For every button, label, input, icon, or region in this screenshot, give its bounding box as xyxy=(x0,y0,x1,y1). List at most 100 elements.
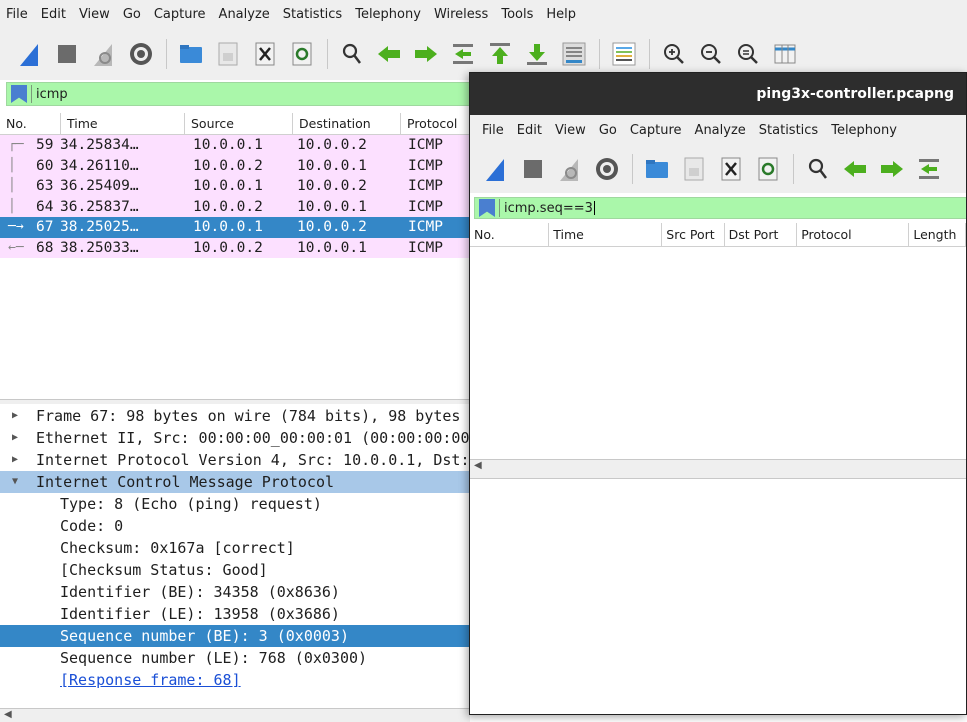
column-header-time[interactable]: Time xyxy=(549,223,663,246)
packet-row[interactable]: ┌─ 59 34.25834… 10.0.0.1 10.0.0.2 ICMP xyxy=(0,135,470,156)
menu-view[interactable]: View xyxy=(79,7,110,22)
tree-item-field[interactable]: [Checksum Status: Good] xyxy=(0,559,470,581)
save-file-icon[interactable] xyxy=(678,153,710,185)
shark-fin-start-icon[interactable] xyxy=(14,38,46,70)
details-horizontal-scrollbar[interactable]: ◀ xyxy=(0,708,470,722)
go-forward-arrow-icon[interactable] xyxy=(410,38,442,70)
tree-item-field-selected[interactable]: Sequence number (BE): 3 (0x0003) xyxy=(0,625,470,647)
packet-row[interactable]: │ 63 36.25409… 10.0.0.1 10.0.0.2 ICMP xyxy=(0,176,470,197)
bookmark-icon[interactable] xyxy=(479,199,495,217)
zoom-out-icon[interactable] xyxy=(695,38,727,70)
bookmark-icon[interactable] xyxy=(11,85,27,103)
window-titlebar[interactable]: ping3x-controller.pcapng xyxy=(470,73,966,115)
column-header-no[interactable]: No. xyxy=(470,223,550,246)
tree-item-icmp[interactable]: ▼ Internet Control Message Protocol xyxy=(0,471,470,493)
open-folder-icon[interactable] xyxy=(641,153,673,185)
tree-item-frame[interactable]: ▶ Frame 67: 98 bytes on wire (784 bits),… xyxy=(0,405,470,427)
tree-item-response-link[interactable]: [Response frame: 68] xyxy=(0,669,470,691)
column-header-length[interactable]: Length xyxy=(909,223,966,246)
tree-item-field[interactable]: Code: 0 xyxy=(0,515,470,537)
restart-fin-icon[interactable] xyxy=(554,153,586,185)
menu-go[interactable]: Go xyxy=(123,7,141,22)
packet-list-empty[interactable] xyxy=(470,247,966,459)
collapse-triangle-icon[interactable]: ▼ xyxy=(12,471,18,493)
tree-item-field[interactable]: Identifier (LE): 13958 (0x3686) xyxy=(0,603,470,625)
display-filter-bar[interactable]: icmp.seq==3 xyxy=(474,197,966,219)
display-filter-input[interactable]: icmp.seq==3 xyxy=(504,201,595,216)
tree-item-field[interactable]: Type: 8 (Echo (ping) request) xyxy=(0,493,470,515)
capture-options-gear-icon[interactable] xyxy=(125,38,157,70)
tree-item-label[interactable]: [Response frame: 68] xyxy=(60,669,241,691)
column-header-src-port[interactable]: Src Port xyxy=(662,223,725,246)
packet-row-selected[interactable]: ─→ 67 38.25025… 10.0.0.1 10.0.0.2 ICMP xyxy=(0,217,470,238)
resize-columns-icon[interactable] xyxy=(769,38,801,70)
tree-item-ethernet[interactable]: ▶ Ethernet II, Src: 00:00:00_00:00:01 (0… xyxy=(0,427,470,449)
menu-capture[interactable]: Capture xyxy=(630,123,682,138)
menu-telephony[interactable]: Telephony xyxy=(831,123,897,138)
close-file-icon[interactable] xyxy=(249,38,281,70)
expand-triangle-icon[interactable]: ▶ xyxy=(12,405,18,427)
menu-tools[interactable]: Tools xyxy=(501,7,533,22)
colorize-icon[interactable] xyxy=(608,38,640,70)
close-file-icon[interactable] xyxy=(715,153,747,185)
display-filter-input[interactable]: icmp xyxy=(36,87,68,102)
zoom-in-icon[interactable] xyxy=(658,38,690,70)
pane-splitter[interactable] xyxy=(0,399,470,404)
display-filter-bar[interactable]: icmp xyxy=(6,82,476,106)
stop-square-icon[interactable] xyxy=(51,38,83,70)
menu-capture[interactable]: Capture xyxy=(154,7,206,22)
menu-analyze[interactable]: Analyze xyxy=(219,7,270,22)
go-forward-arrow-icon[interactable] xyxy=(876,153,908,185)
find-packet-icon[interactable] xyxy=(336,38,368,70)
menu-go[interactable]: Go xyxy=(599,123,617,138)
scroll-left-arrow-icon[interactable]: ◀ xyxy=(474,460,482,471)
packet-row[interactable]: ←─ 68 38.25033… 10.0.0.2 10.0.0.1 ICMP xyxy=(0,237,470,258)
go-back-arrow-icon[interactable] xyxy=(839,153,871,185)
go-to-last-icon[interactable] xyxy=(521,38,553,70)
save-file-icon[interactable] xyxy=(212,38,244,70)
column-header-no[interactable]: No. xyxy=(0,113,61,134)
menu-help[interactable]: Help xyxy=(546,7,576,22)
tree-item-ipv4[interactable]: ▶ Internet Protocol Version 4, Src: 10.0… xyxy=(0,449,470,471)
packet-row[interactable]: │ 64 36.25837… 10.0.0.2 10.0.0.1 ICMP xyxy=(0,196,470,217)
menu-telephony[interactable]: Telephony xyxy=(355,7,421,22)
menu-edit[interactable]: Edit xyxy=(41,7,66,22)
tree-item-field[interactable]: Sequence number (LE): 768 (0x0300) xyxy=(0,647,470,669)
packet-row[interactable]: │ 60 34.26110… 10.0.0.2 10.0.0.1 ICMP xyxy=(0,155,470,176)
menu-file[interactable]: File xyxy=(482,123,504,138)
shark-fin-start-icon[interactable] xyxy=(480,153,512,185)
column-header-protocol[interactable]: Protocol xyxy=(401,113,470,134)
menu-statistics[interactable]: Statistics xyxy=(283,7,342,22)
menu-file[interactable]: File xyxy=(6,7,28,22)
expand-triangle-icon[interactable]: ▶ xyxy=(12,449,18,471)
packet-list-horizontal-scrollbar[interactable]: ◀ xyxy=(470,459,966,473)
reload-file-icon[interactable] xyxy=(286,38,318,70)
normal-size-icon[interactable] xyxy=(732,38,764,70)
menu-analyze[interactable]: Analyze xyxy=(695,123,746,138)
menu-view[interactable]: View xyxy=(555,123,586,138)
go-to-packet-icon[interactable] xyxy=(913,153,945,185)
open-folder-icon[interactable] xyxy=(175,38,207,70)
tree-item-field[interactable]: Checksum: 0x167a [correct] xyxy=(0,537,470,559)
go-back-arrow-icon[interactable] xyxy=(373,38,405,70)
find-packet-icon[interactable] xyxy=(802,153,834,185)
packet-protocol: ICMP xyxy=(408,157,443,174)
menu-wireless[interactable]: Wireless xyxy=(434,7,488,22)
stop-square-icon[interactable] xyxy=(517,153,549,185)
reload-file-icon[interactable] xyxy=(752,153,784,185)
column-header-protocol[interactable]: Protocol xyxy=(797,223,910,246)
go-to-first-icon[interactable] xyxy=(484,38,516,70)
column-header-source[interactable]: Source xyxy=(185,113,293,134)
autoscroll-icon[interactable] xyxy=(558,38,590,70)
column-header-destination[interactable]: Destination xyxy=(293,113,401,134)
column-header-time[interactable]: Time xyxy=(61,113,185,134)
scroll-left-arrow-icon[interactable]: ◀ xyxy=(4,709,12,720)
menu-edit[interactable]: Edit xyxy=(517,123,542,138)
expand-triangle-icon[interactable]: ▶ xyxy=(12,427,18,449)
restart-fin-icon[interactable] xyxy=(88,38,120,70)
capture-options-gear-icon[interactable] xyxy=(591,153,623,185)
column-header-dst-port[interactable]: Dst Port xyxy=(725,223,798,246)
menu-statistics[interactable]: Statistics xyxy=(759,123,818,138)
go-to-packet-icon[interactable] xyxy=(447,38,479,70)
tree-item-field[interactable]: Identifier (BE): 34358 (0x8636) xyxy=(0,581,470,603)
